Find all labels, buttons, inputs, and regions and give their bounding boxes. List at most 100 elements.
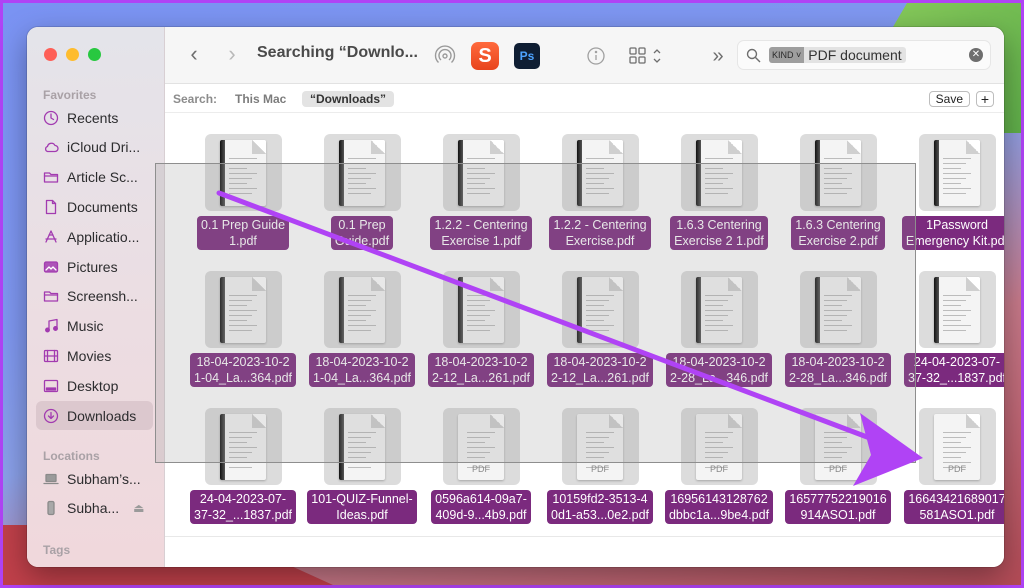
- kind-token-value: PDF document: [804, 47, 906, 63]
- close-icon: ✕: [971, 49, 981, 60]
- pdf-tag: PDF: [710, 463, 728, 474]
- file-name-label: 0596a614-09a7- 409d-9...4b9.pdf: [431, 490, 531, 524]
- airdrop-button[interactable]: [430, 41, 460, 71]
- sidebar-item-desktop[interactable]: Desktop: [36, 371, 153, 400]
- app-s-icon: S: [471, 42, 499, 70]
- airdrop-icon: [434, 45, 456, 64]
- sidebar-item-label: Recents: [67, 109, 119, 126]
- sidebar-location-1[interactable]: Subham’s...: [36, 464, 153, 493]
- sidebar-item-applicatio[interactable]: Applicatio...: [36, 222, 153, 251]
- add-criteria-button[interactable]: +: [976, 91, 994, 107]
- sidebar-item-recents[interactable]: Recents: [36, 103, 153, 132]
- toolbar: ‹ › Searching “Downlo... S Ps » KIND ˅ P…: [165, 27, 1004, 84]
- sidebar-item-label: Article Sc...: [67, 169, 138, 186]
- sidebar-item-article-sc[interactable]: Article Sc...: [36, 163, 153, 192]
- clear-search-button[interactable]: ✕: [969, 48, 983, 62]
- view-options-button[interactable]: [623, 41, 673, 71]
- pdf-document-icon: [934, 139, 980, 206]
- sidebar-item-label: Downloads: [67, 407, 137, 424]
- sidebar-item-label: Desktop: [67, 377, 119, 394]
- sidebar-item-label: Subha...: [67, 499, 120, 516]
- more-chevrons-icon: »: [712, 44, 724, 67]
- pdf-tag: PDF: [591, 463, 609, 474]
- locations-heading: Locations: [43, 449, 100, 463]
- folder-icon: [43, 169, 59, 185]
- kind-token-label[interactable]: KIND ˅: [769, 47, 805, 63]
- info-icon: [587, 47, 605, 65]
- sidebar-item-label: Screensh...: [67, 288, 138, 305]
- iphone-icon: [43, 500, 59, 516]
- selection-marquee: [155, 163, 916, 463]
- grid-view-icon: [629, 47, 661, 64]
- sidebar-item-downloads[interactable]: Downloads: [36, 401, 153, 430]
- kind-filter-token[interactable]: KIND ˅ PDF document: [769, 47, 906, 63]
- scope-downloads[interactable]: “Downloads”: [302, 91, 395, 107]
- scope-this-mac[interactable]: This Mac: [227, 91, 294, 107]
- download-icon: [43, 408, 59, 424]
- tags-heading: Tags: [43, 543, 71, 557]
- photoshop-icon: Ps: [514, 43, 540, 69]
- sidebar-item-label: Movies: [67, 347, 112, 364]
- window-title: Searching “Downlo...: [257, 44, 418, 61]
- back-button[interactable]: ‹: [183, 41, 205, 67]
- sidebar-item-icloud-dri[interactable]: iCloud Dri...: [36, 133, 153, 162]
- info-button[interactable]: [581, 41, 611, 71]
- file-name-label: 1Password Emergency Kit.pdf: [901, 216, 1004, 250]
- search-icon: [746, 48, 761, 62]
- pdf-tag: PDF: [472, 463, 490, 474]
- pdf-tag: PDF: [948, 463, 966, 474]
- sidebar-item-label: Pictures: [67, 258, 118, 275]
- file-thumbnail: [918, 271, 996, 348]
- photoshop-button[interactable]: Ps: [512, 41, 542, 71]
- sidebar-item-label: Subham’s...: [67, 470, 141, 487]
- file-name-label: 10159fd2-3513-4 0d1-a53...0e2.pdf: [547, 490, 653, 524]
- favorites-heading: Favorites: [43, 88, 97, 102]
- sidebar-item-screensh[interactable]: Screensh...: [36, 282, 153, 311]
- sidebar-item-movies[interactable]: Movies: [36, 341, 153, 370]
- file-name-label: 16577752219016 914ASO1.pdf: [785, 490, 891, 524]
- pdf-document-icon: [934, 276, 980, 343]
- file-name-label: 16643421689017 581ASO1.pdf: [904, 490, 1004, 524]
- eject-icon[interactable]: ⏏: [133, 501, 144, 515]
- file-thumbnail: [918, 134, 996, 211]
- sidebar-item-label: iCloud Dri...: [67, 139, 141, 156]
- music-icon: [43, 318, 59, 334]
- file-name-label: 16956143128762 dbbc1a...9be4.pdf: [664, 490, 774, 524]
- search-scope-bar: Search: This Mac “Downloads” Save +: [165, 84, 1004, 113]
- save-search-button[interactable]: Save: [928, 91, 970, 107]
- applications-icon: [43, 229, 59, 245]
- file-name-label: 101-QUIZ-Funnel- Ideas.pdf: [307, 490, 417, 524]
- pdf-tag: PDF: [829, 463, 847, 474]
- file-thumbnail: PDF: [918, 408, 996, 485]
- minimize-window-button[interactable]: [66, 48, 79, 61]
- sidebar-item-label: Documents: [67, 198, 138, 215]
- sidebar-item-pictures[interactable]: Pictures: [36, 252, 153, 281]
- app-s-button[interactable]: S: [470, 41, 500, 71]
- forward-button[interactable]: ›: [221, 41, 243, 67]
- sidebar-item-label: Music: [67, 318, 104, 335]
- more-toolbar-button[interactable]: »: [703, 41, 733, 71]
- sidebar-item-music[interactable]: Music: [36, 312, 153, 341]
- film-icon: [43, 348, 59, 364]
- chevron-right-icon: ›: [228, 41, 236, 66]
- sidebar: Favorites Recents iCloud Dri... Article Sc…: [27, 27, 165, 567]
- pdf-document-icon: PDF: [934, 413, 980, 480]
- file-name-label: 24-04-2023-07- 37-32_...1837.pdf: [190, 490, 296, 524]
- chevron-left-icon: ‹: [190, 41, 198, 66]
- search-field[interactable]: KIND ˅ PDF document ✕: [737, 40, 991, 70]
- sidebar-item-documents[interactable]: Documents: [36, 192, 153, 221]
- photo-icon: [43, 259, 59, 275]
- document-icon: [43, 199, 59, 215]
- clock-icon: [43, 110, 59, 126]
- sidebar-location-2[interactable]: Subha... ⏏: [36, 493, 153, 522]
- cloud-icon: [43, 139, 59, 155]
- search-scope-label: Search:: [173, 92, 218, 106]
- folder-icon: [43, 288, 59, 304]
- desktop-icon: [43, 378, 59, 394]
- sidebar-item-label: Applicatio...: [67, 228, 140, 245]
- laptop-icon: [43, 471, 59, 487]
- close-window-button[interactable]: [44, 48, 57, 61]
- zoom-window-button[interactable]: [88, 48, 101, 61]
- file-name-label: 24-04-2023-07- 37-32_...1837.pdf: [904, 353, 1004, 387]
- window-controls: [44, 48, 101, 61]
